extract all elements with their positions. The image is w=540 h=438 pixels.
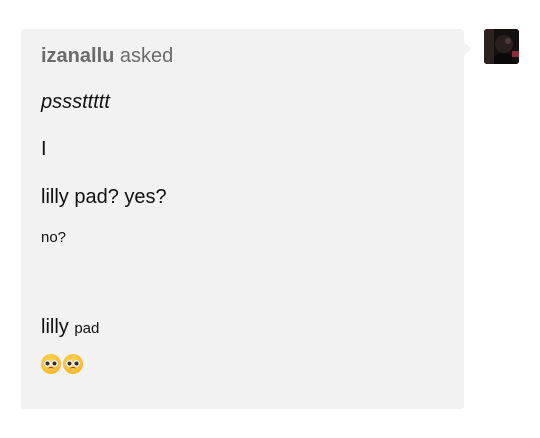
question-line: lilly pad xyxy=(41,314,444,342)
asker-line: izanallu asked xyxy=(41,43,444,69)
pleading-face-emoji-icon xyxy=(63,354,83,374)
question-line: I xyxy=(41,138,47,160)
pad-word: pad xyxy=(74,320,100,337)
bubble-tail xyxy=(464,42,471,56)
question-line: no? xyxy=(41,229,67,246)
lilly-word: lilly xyxy=(41,316,69,338)
pleading-face-emoji-icon xyxy=(41,354,61,374)
question-line: psssttttt xyxy=(41,91,110,113)
asked-label: asked xyxy=(119,45,174,67)
emoji-row xyxy=(41,354,444,374)
asker-name-link[interactable]: izanallu xyxy=(41,45,114,67)
ask-bubble: izanallu asked psssttttt I lilly pad? ye… xyxy=(21,29,471,409)
question-line: lilly pad? yes? xyxy=(41,186,167,208)
user-avatar-icon[interactable] xyxy=(484,29,519,64)
